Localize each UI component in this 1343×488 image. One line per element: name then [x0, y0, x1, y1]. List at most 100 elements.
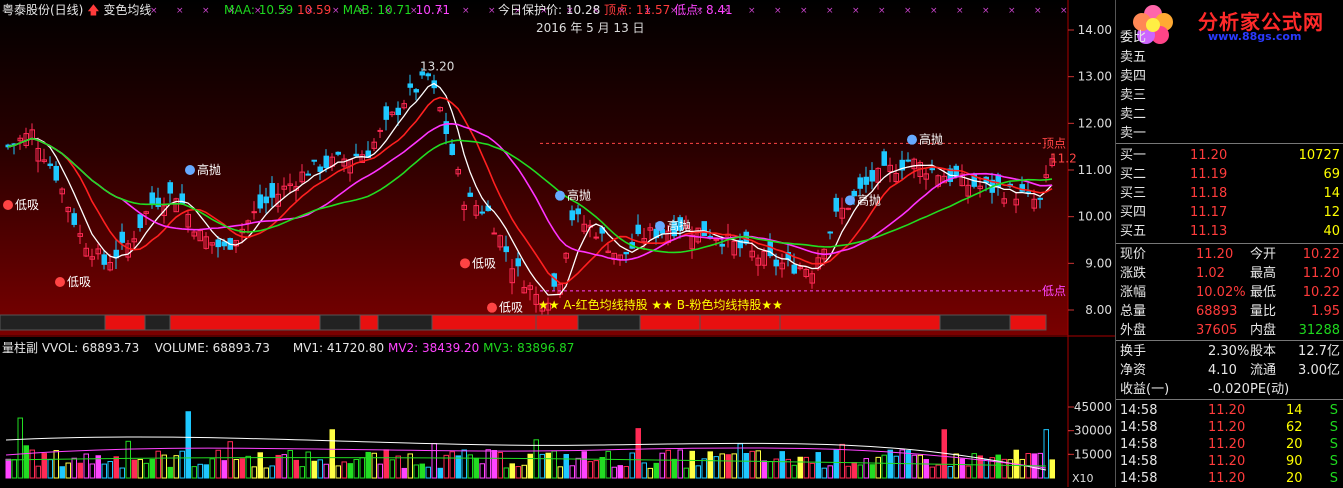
volume-bar [539, 453, 545, 479]
low-buy-marker [55, 277, 65, 287]
volume-bar [431, 443, 437, 479]
price-levels: 今日保护价: 10.28 顶点: 11.57 低点: 8.41 [498, 2, 733, 18]
price-tick-label: 11.00 [1078, 163, 1112, 177]
volume-bar [35, 465, 41, 479]
volume-bar [761, 460, 767, 479]
volume-bar [365, 451, 371, 479]
low-buy-marker [487, 302, 497, 313]
buy-row: 买四 11.17 12 [1116, 203, 1343, 222]
volume-bar [593, 460, 599, 479]
volume-bar [569, 465, 575, 479]
volume-bar [671, 458, 677, 479]
fundamental-label: 股本 [1250, 344, 1277, 359]
volume-bar [371, 452, 377, 479]
candle-body [635, 224, 641, 235]
tick-side: S [1329, 471, 1338, 486]
volume-bar [89, 463, 95, 479]
volume-bar [209, 458, 215, 479]
volume-bar [29, 449, 35, 479]
candle-body [503, 246, 509, 253]
volume-bar [413, 464, 419, 479]
buy-price: 11.18 [1190, 186, 1228, 201]
signal-cross: × [930, 6, 938, 16]
red-band-segment [779, 314, 941, 331]
tick-row: 14:58 11.20 20 S [1116, 469, 1343, 488]
kline-chart-area[interactable]: 14.00 13.00 12.00 11.00 10.00 9.00 8.00 顶点 低点 11.… [0, 0, 1115, 487]
buy-row: 买五 11.13 40 [1116, 222, 1343, 241]
volume-bar [281, 454, 287, 479]
quote-value: 1.95 [1311, 304, 1340, 319]
volume-bar [611, 466, 617, 479]
candle-body [719, 243, 725, 247]
volume-tick-label: 30000 [1074, 424, 1112, 438]
fundamental-row: 收益(一) -0.020 PE(动) [1116, 380, 1343, 399]
volume-bar [419, 463, 425, 479]
fundamental-row: 换手 2.30% 股本 12.7亿 [1116, 342, 1343, 361]
volume-bar [689, 450, 695, 479]
quote-value: 11.20 [1196, 247, 1234, 262]
volume-bar [119, 467, 125, 479]
candle-body [791, 264, 797, 274]
volume-bar [221, 460, 227, 479]
kline-chart-svg[interactable]: 14.00 13.00 12.00 11.00 10.00 9.00 8.00 顶点低点 11.… [0, 0, 1115, 487]
protect-price: 今日保护价: 10.28 [498, 3, 601, 17]
volume-bar [779, 451, 785, 479]
red-band-segment [104, 314, 146, 331]
volume-bar [695, 465, 701, 479]
buy-row: 买二 11.19 69 [1116, 165, 1343, 184]
tick-price: 11.20 [1208, 471, 1246, 486]
volume-bar [479, 463, 485, 479]
volume-bar [1019, 458, 1025, 479]
red-band-segment [0, 314, 106, 331]
high-sell-marker [845, 195, 855, 206]
red-band-segment [319, 314, 361, 331]
volume-bar [11, 459, 17, 479]
low-buy-marker [3, 200, 13, 210]
volume-bar [581, 451, 587, 479]
volume-bar [821, 467, 827, 479]
buy-price: 11.17 [1190, 205, 1228, 220]
volume-bar [509, 463, 515, 479]
volume-bar [641, 462, 647, 479]
price-tick-label: 8.00 [1085, 303, 1112, 317]
sell-label: 卖二 [1120, 107, 1147, 122]
quote-label: 涨幅 [1120, 285, 1147, 300]
mv1-label: MV1: 41720.80 [292, 341, 385, 355]
volume-bar [851, 462, 857, 479]
volume-bar [521, 464, 527, 479]
last-price-tag: 11.2 [1050, 152, 1077, 166]
candle-body [323, 155, 329, 169]
candle-body [863, 176, 869, 185]
volume-bar [635, 428, 641, 479]
sell-row: 卖五 [1116, 48, 1343, 67]
fundamental-label: 换手 [1120, 344, 1147, 359]
divider [1116, 143, 1343, 144]
fundamental-value: 4.10 [1208, 363, 1237, 378]
candle-body [257, 194, 263, 209]
volume-bar [293, 459, 299, 479]
candle-body [149, 192, 155, 204]
quote-label: 最低 [1250, 285, 1277, 300]
high-sell-label: 高抛 [857, 192, 881, 207]
candle-body [53, 165, 59, 181]
volume-bar [275, 454, 281, 479]
quote-label: 内盘 [1250, 323, 1277, 338]
candle-body [569, 210, 575, 221]
volume-bar [5, 458, 11, 479]
candle-body [305, 173, 311, 176]
volume-bar [647, 467, 653, 479]
volume-tick-label: 15000 [1074, 447, 1112, 461]
volume-bar [791, 464, 797, 479]
candle-body [773, 259, 779, 267]
price-tick-label: 14.00 [1078, 23, 1112, 37]
red-band-segment [939, 314, 1011, 331]
volume-bar [809, 462, 815, 479]
volume-bar [515, 466, 521, 479]
volume-bar [551, 450, 557, 479]
volume-bar [629, 452, 635, 479]
volume-bar [353, 458, 359, 479]
signal-cross: × [774, 6, 782, 16]
volume-bar [947, 465, 953, 479]
volume-bar [1043, 429, 1049, 479]
buy-volume: 69 [1323, 167, 1340, 182]
